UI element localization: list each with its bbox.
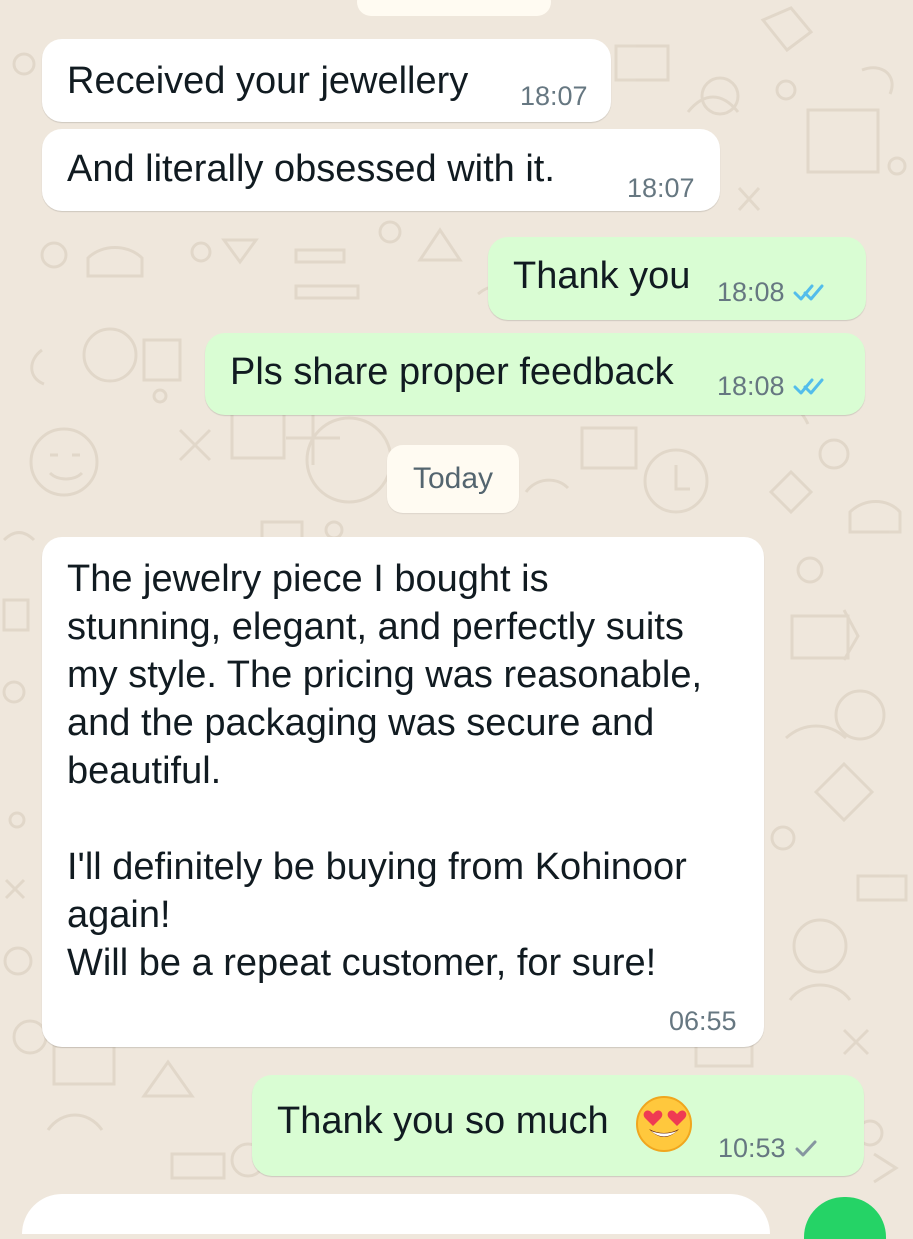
- date-separator: Today: [387, 445, 519, 513]
- double-check-icon: [793, 374, 827, 398]
- message-time: 18:07: [627, 173, 695, 203]
- double-check-icon: [793, 280, 827, 304]
- message-meta: 18:07: [627, 173, 695, 203]
- message-text: Thank you so much: [277, 1100, 609, 1142]
- message-meta: 18:08: [717, 277, 827, 307]
- message-bubble-incoming[interactable]: The jewelry piece I bought is stunning, …: [42, 537, 764, 1047]
- message-bubble-incoming[interactable]: Received your jewellery 18:07: [42, 39, 611, 122]
- chat-conversation: Received your jewellery 18:07 And litera…: [0, 0, 913, 1239]
- message-time: 06:55: [669, 1006, 737, 1036]
- message-bubble-incoming[interactable]: And literally obsessed with it. 18:07: [42, 129, 720, 211]
- message-text: Received your jewellery: [67, 60, 469, 102]
- single-check-icon: [794, 1136, 818, 1160]
- message-meta: 18:08: [717, 371, 827, 401]
- message-text: The jewelry piece I bought is stunning, …: [67, 558, 703, 984]
- send-button-partial[interactable]: [804, 1197, 886, 1239]
- date-separator-label: Today: [412, 462, 494, 495]
- message-time: 10:53: [718, 1133, 786, 1163]
- message-time: 18:08: [717, 371, 785, 401]
- message-bubble-outgoing[interactable]: Pls share proper feedback 18:08: [205, 333, 865, 415]
- message-time: 18:08: [717, 277, 785, 307]
- message-bubble-outgoing[interactable]: Thank you so much 10:53: [252, 1075, 864, 1176]
- smiling-face-with-heart-eyes-icon: [635, 1095, 693, 1153]
- message-meta: 18:07: [520, 81, 588, 111]
- message-bubble-outgoing[interactable]: Thank you 18:08: [488, 237, 866, 320]
- message-meta: 10:53: [718, 1133, 818, 1163]
- message-text: And literally obsessed with it.: [67, 148, 555, 190]
- message-text: Pls share proper feedback: [230, 351, 674, 393]
- message-text: Thank you: [513, 255, 691, 297]
- message-input-bar-partial[interactable]: [22, 1194, 770, 1234]
- message-time: 18:07: [520, 81, 588, 111]
- partial-date-chip: [357, 0, 551, 16]
- message-meta: 06:55: [669, 1006, 737, 1036]
